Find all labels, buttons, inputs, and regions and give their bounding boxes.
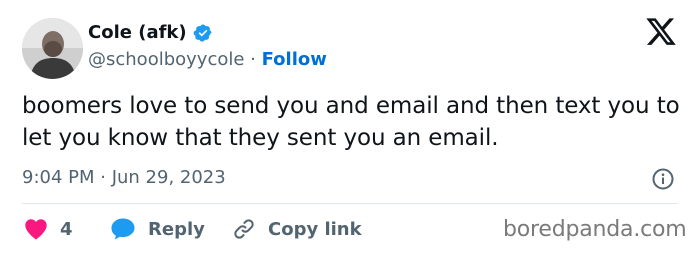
follow-button[interactable]: Follow — [262, 49, 327, 70]
info-icon[interactable] — [651, 167, 675, 191]
watermark: boredpanda.com — [503, 217, 687, 242]
tweet-timestamp[interactable]: 9:04 PM · Jun 29, 2023 — [22, 166, 226, 190]
reply-button[interactable]: Reply — [110, 216, 205, 242]
avatar[interactable] — [22, 18, 83, 79]
author-name-text[interactable]: Cole (afk) — [88, 20, 187, 46]
like-button[interactable]: 4 — [24, 216, 73, 242]
tweet-text: boomers love to send you and email and t… — [22, 93, 680, 151]
x-logo-icon[interactable] — [644, 18, 678, 48]
author-handle[interactable]: @schoolboyycole — [88, 49, 244, 70]
heart-icon — [25, 219, 47, 240]
like-count: 4 — [60, 218, 73, 240]
reply-bubble-icon — [111, 218, 135, 240]
copy-link-label: Copy link — [268, 218, 362, 240]
copy-link-button[interactable]: Copy link — [232, 216, 362, 242]
profile-photo — [22, 18, 83, 79]
link-icon — [234, 219, 254, 239]
reply-label: Reply — [148, 218, 205, 240]
handle-line: @schoolboyycole · Follow — [88, 48, 327, 72]
verified-badge-icon — [193, 24, 212, 42]
author-name[interactable]: Cole (afk) — [88, 20, 213, 46]
handle-separator: · — [244, 49, 262, 70]
divider — [22, 203, 678, 204]
